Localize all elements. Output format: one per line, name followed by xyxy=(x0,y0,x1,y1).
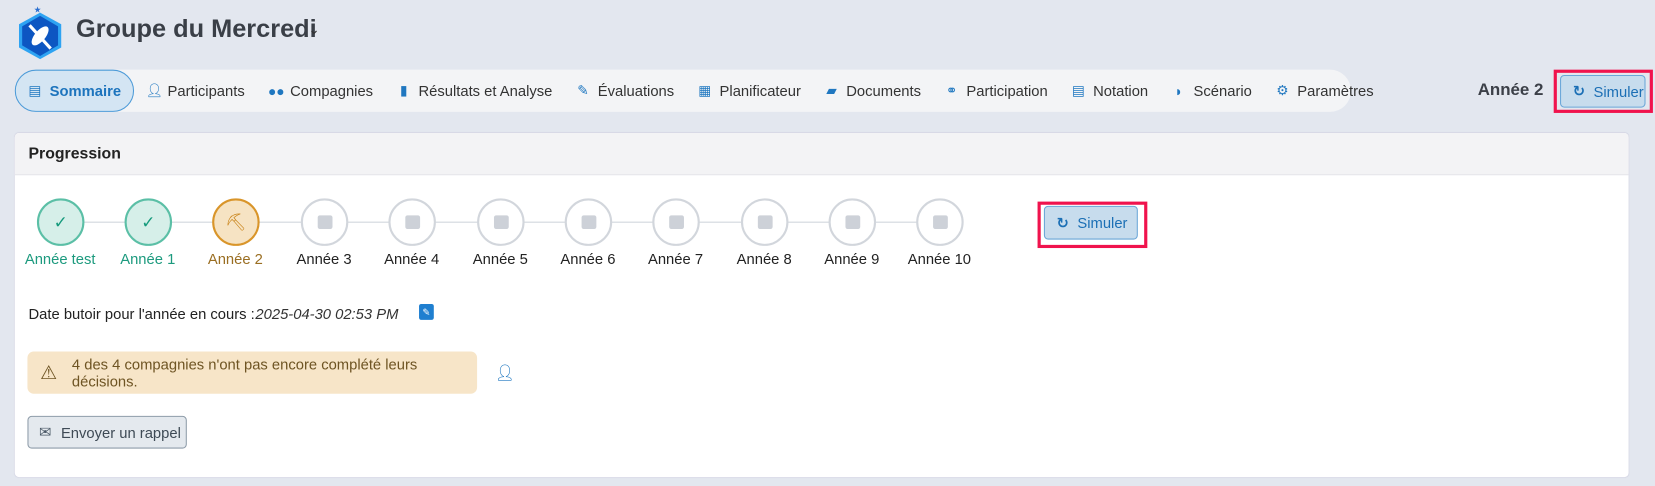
tab-label: Notation xyxy=(1093,82,1149,100)
step-label: Année 9 xyxy=(824,250,880,268)
user-icon: 👤︎ xyxy=(145,82,163,99)
page-title: Groupe du Mercredi xyxy=(75,14,317,44)
simulate-button-header[interactable]: ↻ Simuler xyxy=(1560,74,1646,108)
deadline-value: 2025-04-30 02:53 PM xyxy=(255,305,399,322)
handshake-icon: ⚭ xyxy=(945,82,958,99)
tab-scenario[interactable]: ◗ Scénario xyxy=(1160,71,1264,111)
step-todo[interactable] xyxy=(477,198,525,246)
tab-label: Compagnies xyxy=(290,82,374,100)
alert-text: 4 des 4 compagnies n'ont pas encore comp… xyxy=(71,355,418,390)
step-todo[interactable] xyxy=(388,198,436,246)
calendar-icon xyxy=(668,215,684,230)
calendar-icon xyxy=(581,215,596,230)
check-icon: ✓ xyxy=(141,213,156,232)
step-done[interactable]: ✓ xyxy=(36,198,85,246)
button-label: Simuler xyxy=(1593,82,1644,100)
calendar-icon xyxy=(317,215,332,230)
step-todo[interactable] xyxy=(740,198,789,246)
refresh-icon: ↻ xyxy=(1056,213,1069,231)
book-reader-icon: ◗ xyxy=(1174,82,1183,99)
calendar-edit-icon[interactable]: ✎ xyxy=(419,303,434,320)
step-todo[interactable] xyxy=(564,198,613,246)
tab-label: Scénario xyxy=(1193,82,1252,100)
button-label: Envoyer un rappel xyxy=(60,423,181,441)
main-nav: ▤ Sommaire 👤︎ Participants ●● Compagnies ▮ R… xyxy=(14,69,1374,112)
step-todo[interactable] xyxy=(652,198,700,246)
user-search-icon[interactable]: 👤︎ xyxy=(495,363,515,382)
tab-label: Participants xyxy=(167,82,245,100)
refresh-icon: ↻ xyxy=(1572,82,1586,100)
calendar-icon xyxy=(404,215,420,230)
step-label: Année 8 xyxy=(736,250,792,268)
app-logo: ★ xyxy=(15,4,66,66)
step-label: Année 1 xyxy=(120,250,176,268)
step-todo[interactable] xyxy=(916,198,964,246)
step-label: Année 7 xyxy=(647,250,704,268)
tab-label: Résultats et Analyse xyxy=(418,82,553,100)
tab-planificateur[interactable]: ▦ Planificateur xyxy=(686,71,813,111)
tab-evaluations[interactable]: ✎ Évaluations xyxy=(564,71,686,111)
tab-sommaire[interactable]: ▤ Sommaire xyxy=(14,69,134,112)
send-reminder-button[interactable]: ✉ Envoyer un rappel xyxy=(27,415,187,449)
card-title: Progression xyxy=(14,132,1629,176)
grading-icon: ▤ xyxy=(1071,82,1085,99)
tab-label: Évaluations xyxy=(597,82,675,100)
worker-icon: ⛏ xyxy=(225,213,247,232)
list-icon: ▤ xyxy=(28,82,42,99)
step-label: Année 6 xyxy=(560,250,616,268)
step-label: Année test xyxy=(24,250,96,268)
tab-label: Sommaire xyxy=(49,82,122,100)
tab-label: Participation xyxy=(966,82,1048,100)
bar-chart-icon: ▮ xyxy=(399,82,408,99)
folder-open-icon: ▰ xyxy=(826,82,837,99)
step-current[interactable]: ⛏ xyxy=(212,198,260,246)
step-todo[interactable] xyxy=(828,198,877,246)
users-icon: ●● xyxy=(267,82,285,99)
step-todo[interactable] xyxy=(300,198,349,246)
step-label: Année 3 xyxy=(296,250,352,268)
step-done[interactable]: ✓ xyxy=(124,198,173,246)
tab-label: Planificateur xyxy=(719,82,801,100)
tab-parametres[interactable]: ⚙ Paramètres xyxy=(1263,71,1385,111)
tab-label: Documents xyxy=(846,82,922,100)
current-year: Année 2 xyxy=(1477,81,1544,100)
step-label: Année 5 xyxy=(472,250,528,268)
step-label: Année 4 xyxy=(384,250,440,268)
calendar-icon: ▦ xyxy=(698,82,712,99)
tab-participation[interactable]: ⚭ Participation xyxy=(933,71,1060,111)
calendar-icon xyxy=(844,215,860,230)
tab-notation[interactable]: ▤ Notation xyxy=(1059,71,1159,111)
warning-icon: ⚠ xyxy=(40,361,58,383)
calendar-icon xyxy=(932,215,948,230)
step-label: Année 10 xyxy=(907,250,972,268)
check-icon: ✓ xyxy=(53,213,68,232)
file-edit-icon: ✎ xyxy=(577,82,589,99)
step-label: Année 2 xyxy=(207,250,263,268)
tab-documents[interactable]: ▰ Documents xyxy=(812,71,932,111)
button-label: Simuler xyxy=(1077,214,1128,232)
tab-resultats[interactable]: ▮ Résultats et Analyse xyxy=(385,71,564,111)
deadline-label: Date butoir pour l'année en cours : xyxy=(28,305,255,322)
simulate-button[interactable]: ↻ Simuler xyxy=(1043,205,1138,240)
calendar-icon xyxy=(493,215,509,230)
tab-label: Paramètres xyxy=(1297,82,1374,100)
calendar-icon xyxy=(757,215,773,230)
tab-participants[interactable]: 👤︎ Participants xyxy=(134,71,257,111)
warning-alert: ⚠ 4 des 4 compagnies n'ont pas encore co… xyxy=(27,351,478,394)
tab-compagnies[interactable]: ●● Compagnies xyxy=(256,71,384,111)
chevron-down-icon[interactable]: ⌄ xyxy=(308,21,320,38)
gear-icon: ⚙ xyxy=(1276,82,1289,99)
envelope-icon: ✉ xyxy=(39,423,52,441)
